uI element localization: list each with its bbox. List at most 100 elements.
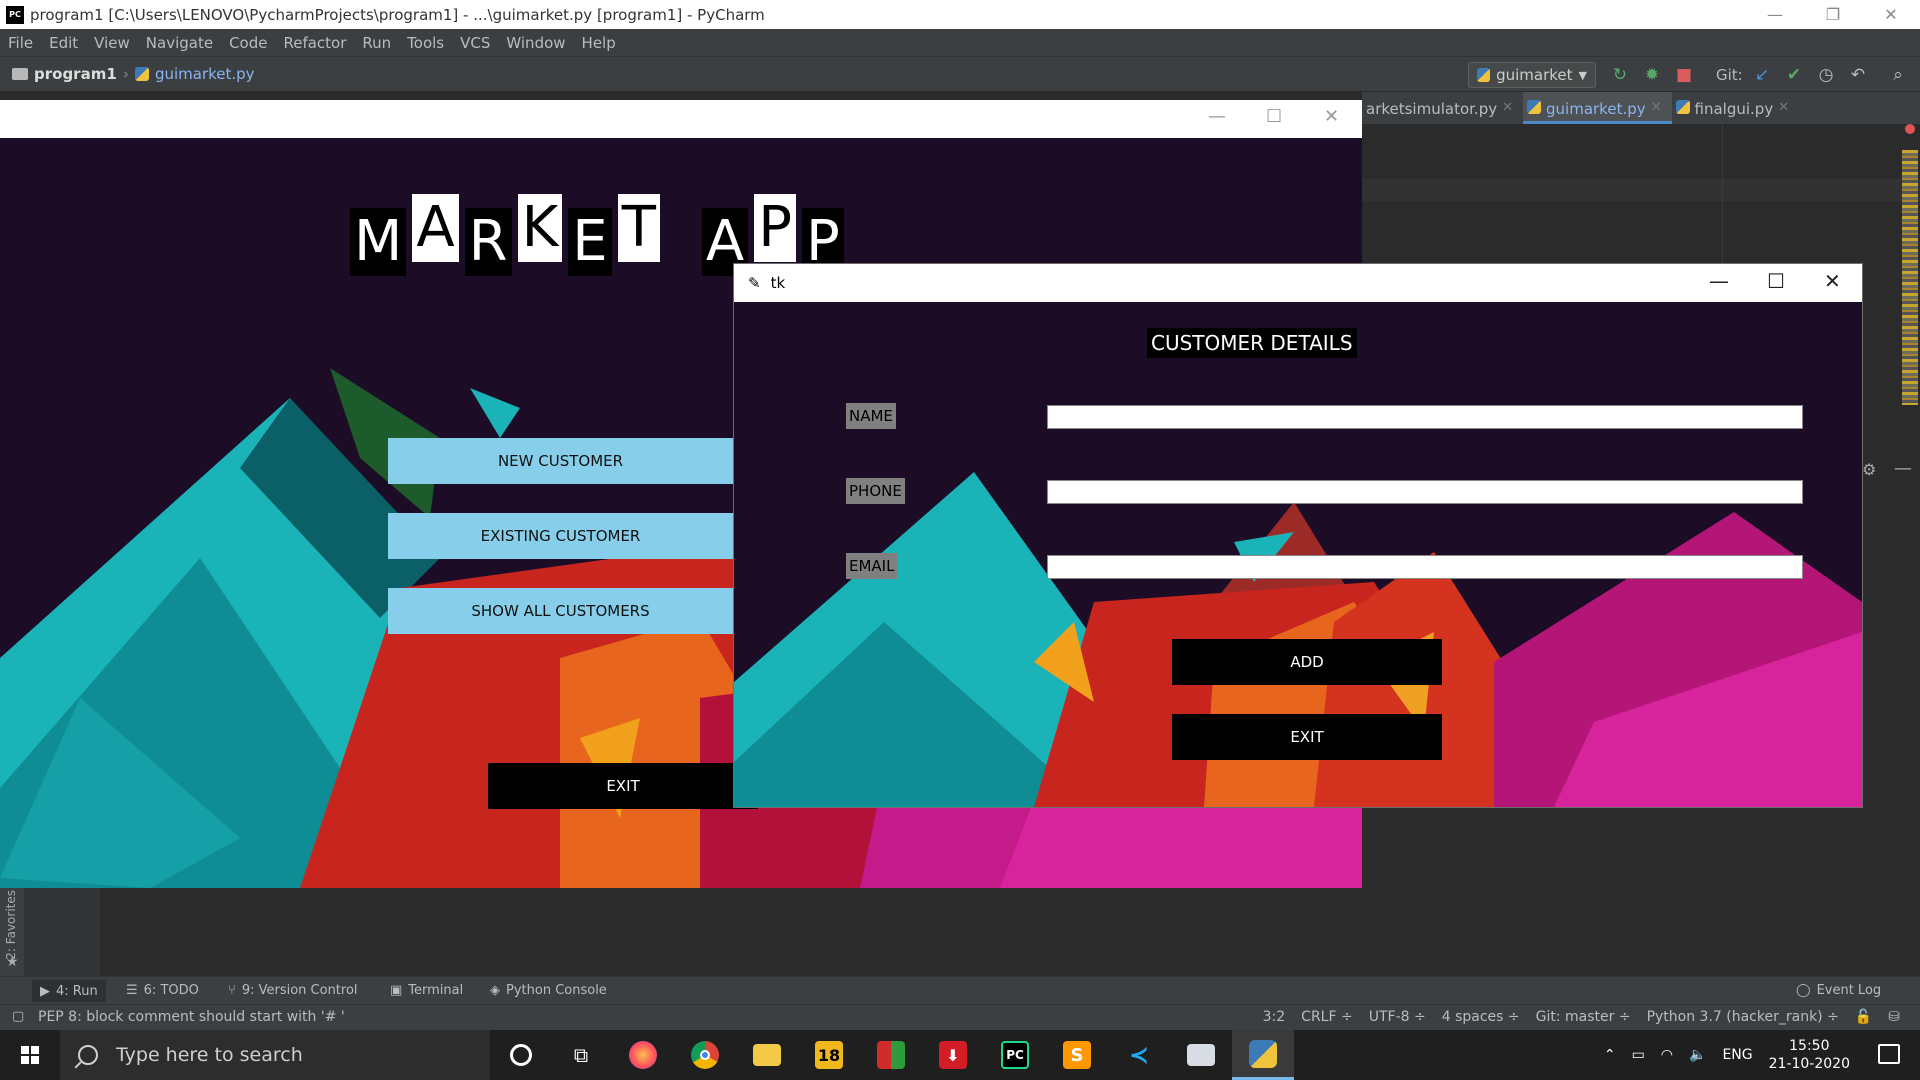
email-input[interactable]: [1047, 555, 1803, 579]
menu-vcs[interactable]: VCS: [452, 34, 498, 52]
hide-panel-icon[interactable]: —: [1894, 458, 1912, 479]
tool-event-log-tab[interactable]: ◯ Event Log: [1796, 983, 1881, 998]
lock-icon[interactable]: 🔓: [1855, 1009, 1872, 1025]
git-commit-icon[interactable]: ✔: [1784, 65, 1804, 85]
exit-button[interactable]: EXIT: [488, 763, 758, 809]
close-button[interactable]: ✕: [1862, 0, 1920, 29]
winrar-icon[interactable]: [860, 1030, 922, 1080]
event-log-icon: ◯: [1796, 983, 1811, 998]
tab-marketsimulator[interactable]: arketsimulator.py ✕: [1362, 92, 1523, 124]
terminal-icon: ▣: [390, 983, 403, 998]
close-button[interactable]: ✕: [1824, 269, 1841, 293]
language-indicator[interactable]: ENG: [1722, 1047, 1752, 1063]
favorites-tool-label[interactable]: 2: Favorites: [4, 890, 18, 960]
menu-help[interactable]: Help: [574, 34, 624, 52]
interpreter-select[interactable]: Python 3.7 (hacker_rank) ÷: [1647, 1009, 1839, 1025]
wifi-icon[interactable]: ◠: [1661, 1047, 1673, 1063]
tool-vcs-tab[interactable]: ⑂ 9: Version Control: [228, 983, 358, 998]
exit-button[interactable]: EXIT: [1172, 714, 1442, 760]
chrome-icon[interactable]: [674, 1030, 736, 1080]
brand-letter: P: [754, 194, 796, 262]
close-tab-icon[interactable]: ✕: [1651, 100, 1662, 115]
taskbar-search-box[interactable]: Type here to search: [60, 1030, 490, 1080]
minimize-button[interactable]: —: [1208, 106, 1226, 127]
tool-todo-label: 6: TODO: [143, 983, 199, 998]
git-branch-select[interactable]: Git: master ÷: [1536, 1009, 1631, 1025]
menu-window[interactable]: Window: [498, 34, 573, 52]
close-tab-icon[interactable]: ✕: [1502, 100, 1513, 115]
existing-customer-button[interactable]: EXISTING CUSTOMER: [388, 513, 733, 559]
app-18-icon[interactable]: 18: [798, 1030, 860, 1080]
firefox-icon[interactable]: [612, 1030, 674, 1080]
volume-icon[interactable]: 🔈: [1689, 1047, 1706, 1063]
name-input[interactable]: [1047, 405, 1803, 429]
python-run-config-icon: [1477, 68, 1491, 82]
menu-code[interactable]: Code: [221, 34, 275, 52]
rollback-icon[interactable]: ↶: [1848, 65, 1868, 85]
search-icon[interactable]: ⌕: [1888, 65, 1908, 85]
chevron-up-icon[interactable]: ⌃: [1604, 1047, 1616, 1063]
tool-todo-tab[interactable]: ☰ 6: TODO: [126, 983, 199, 998]
tab-guimarket[interactable]: guimarket.py ✕: [1523, 92, 1672, 124]
caret-position[interactable]: 3:2: [1263, 1009, 1286, 1025]
git-label: Git:: [1716, 66, 1743, 84]
indent-select[interactable]: 4 spaces ÷: [1442, 1009, 1520, 1025]
gear-icon[interactable]: ⚙: [1862, 460, 1876, 479]
rerun-icon[interactable]: ↻: [1610, 65, 1630, 85]
tool-terminal-tab[interactable]: ▣ Terminal: [390, 983, 463, 998]
downloader-icon[interactable]: ⬇: [922, 1030, 984, 1080]
editor-scroll-markers[interactable]: [1902, 150, 1918, 405]
git-update-icon[interactable]: ↙: [1752, 65, 1772, 85]
minimize-button[interactable]: —: [1746, 0, 1804, 29]
maximize-button[interactable]: ☐: [1266, 106, 1282, 127]
menu-run[interactable]: Run: [354, 34, 399, 52]
close-button[interactable]: ✕: [1324, 106, 1339, 127]
sublime-icon[interactable]: S: [1046, 1030, 1108, 1080]
close-tab-icon[interactable]: ✕: [1778, 100, 1789, 115]
menu-view[interactable]: View: [86, 34, 138, 52]
restore-button[interactable]: ❐: [1804, 0, 1862, 29]
phone-input[interactable]: [1047, 480, 1803, 504]
stop-icon[interactable]: ■: [1674, 65, 1694, 85]
menu-navigate[interactable]: Navigate: [138, 34, 221, 52]
menu-refactor[interactable]: Refactor: [275, 34, 354, 52]
menu-edit[interactable]: Edit: [41, 34, 86, 52]
breadcrumb-project[interactable]: program1: [34, 65, 117, 83]
notifications-icon[interactable]: [1878, 1044, 1900, 1064]
run-configuration-select[interactable]: guimarket ▼: [1468, 62, 1596, 88]
toggle-panels-icon[interactable]: ▢: [12, 1009, 24, 1024]
add-button[interactable]: ADD: [1172, 639, 1442, 685]
clock[interactable]: 15:50 21-10-2020: [1769, 1037, 1850, 1073]
error-indicator-icon[interactable]: [1905, 124, 1915, 134]
menu-file[interactable]: File: [0, 34, 41, 52]
minimize-button[interactable]: —: [1709, 269, 1729, 293]
history-icon[interactable]: ◷: [1816, 65, 1836, 85]
maximize-button[interactable]: ☐: [1767, 269, 1785, 293]
notepad-icon[interactable]: [1170, 1030, 1232, 1080]
cortana-icon[interactable]: [490, 1030, 552, 1080]
breadcrumb-file[interactable]: guimarket.py: [155, 65, 255, 83]
tool-python-console-tab[interactable]: ◈ Python Console: [490, 983, 607, 998]
line-separator-select[interactable]: CRLF ÷: [1301, 1009, 1353, 1025]
menu-tools[interactable]: Tools: [399, 34, 452, 52]
show-all-customers-button[interactable]: SHOW ALL CUSTOMERS: [388, 588, 733, 634]
task-view-icon[interactable]: ⧉: [550, 1030, 612, 1080]
tool-vcs-label: 9: Version Control: [241, 983, 358, 998]
new-customer-button[interactable]: NEW CUSTOMER: [388, 438, 733, 484]
file-explorer-icon[interactable]: [736, 1030, 798, 1080]
python-file-icon: [1527, 100, 1542, 114]
memory-icon[interactable]: ⛁: [1888, 1009, 1900, 1025]
tab-label: arketsimulator.py: [1366, 100, 1498, 118]
encoding-select[interactable]: UTF-8 ÷: [1369, 1009, 1426, 1025]
debug-icon[interactable]: ✹: [1642, 65, 1662, 85]
status-message: PEP 8: block comment should start with '…: [38, 1009, 345, 1025]
python-tk-icon[interactable]: [1232, 1030, 1294, 1080]
pycharm-icon[interactable]: PC: [984, 1030, 1046, 1080]
battery-icon[interactable]: ▭: [1632, 1047, 1645, 1063]
tab-finalgui[interactable]: finalgui.py ✕: [1672, 92, 1800, 124]
start-button[interactable]: [0, 1030, 60, 1080]
search-placeholder: Type here to search: [116, 1044, 303, 1066]
vscode-icon[interactable]: ≺: [1108, 1030, 1170, 1080]
star-icon[interactable]: ★: [6, 954, 19, 970]
tool-run-tab[interactable]: ▶ 4: Run: [32, 980, 106, 1002]
